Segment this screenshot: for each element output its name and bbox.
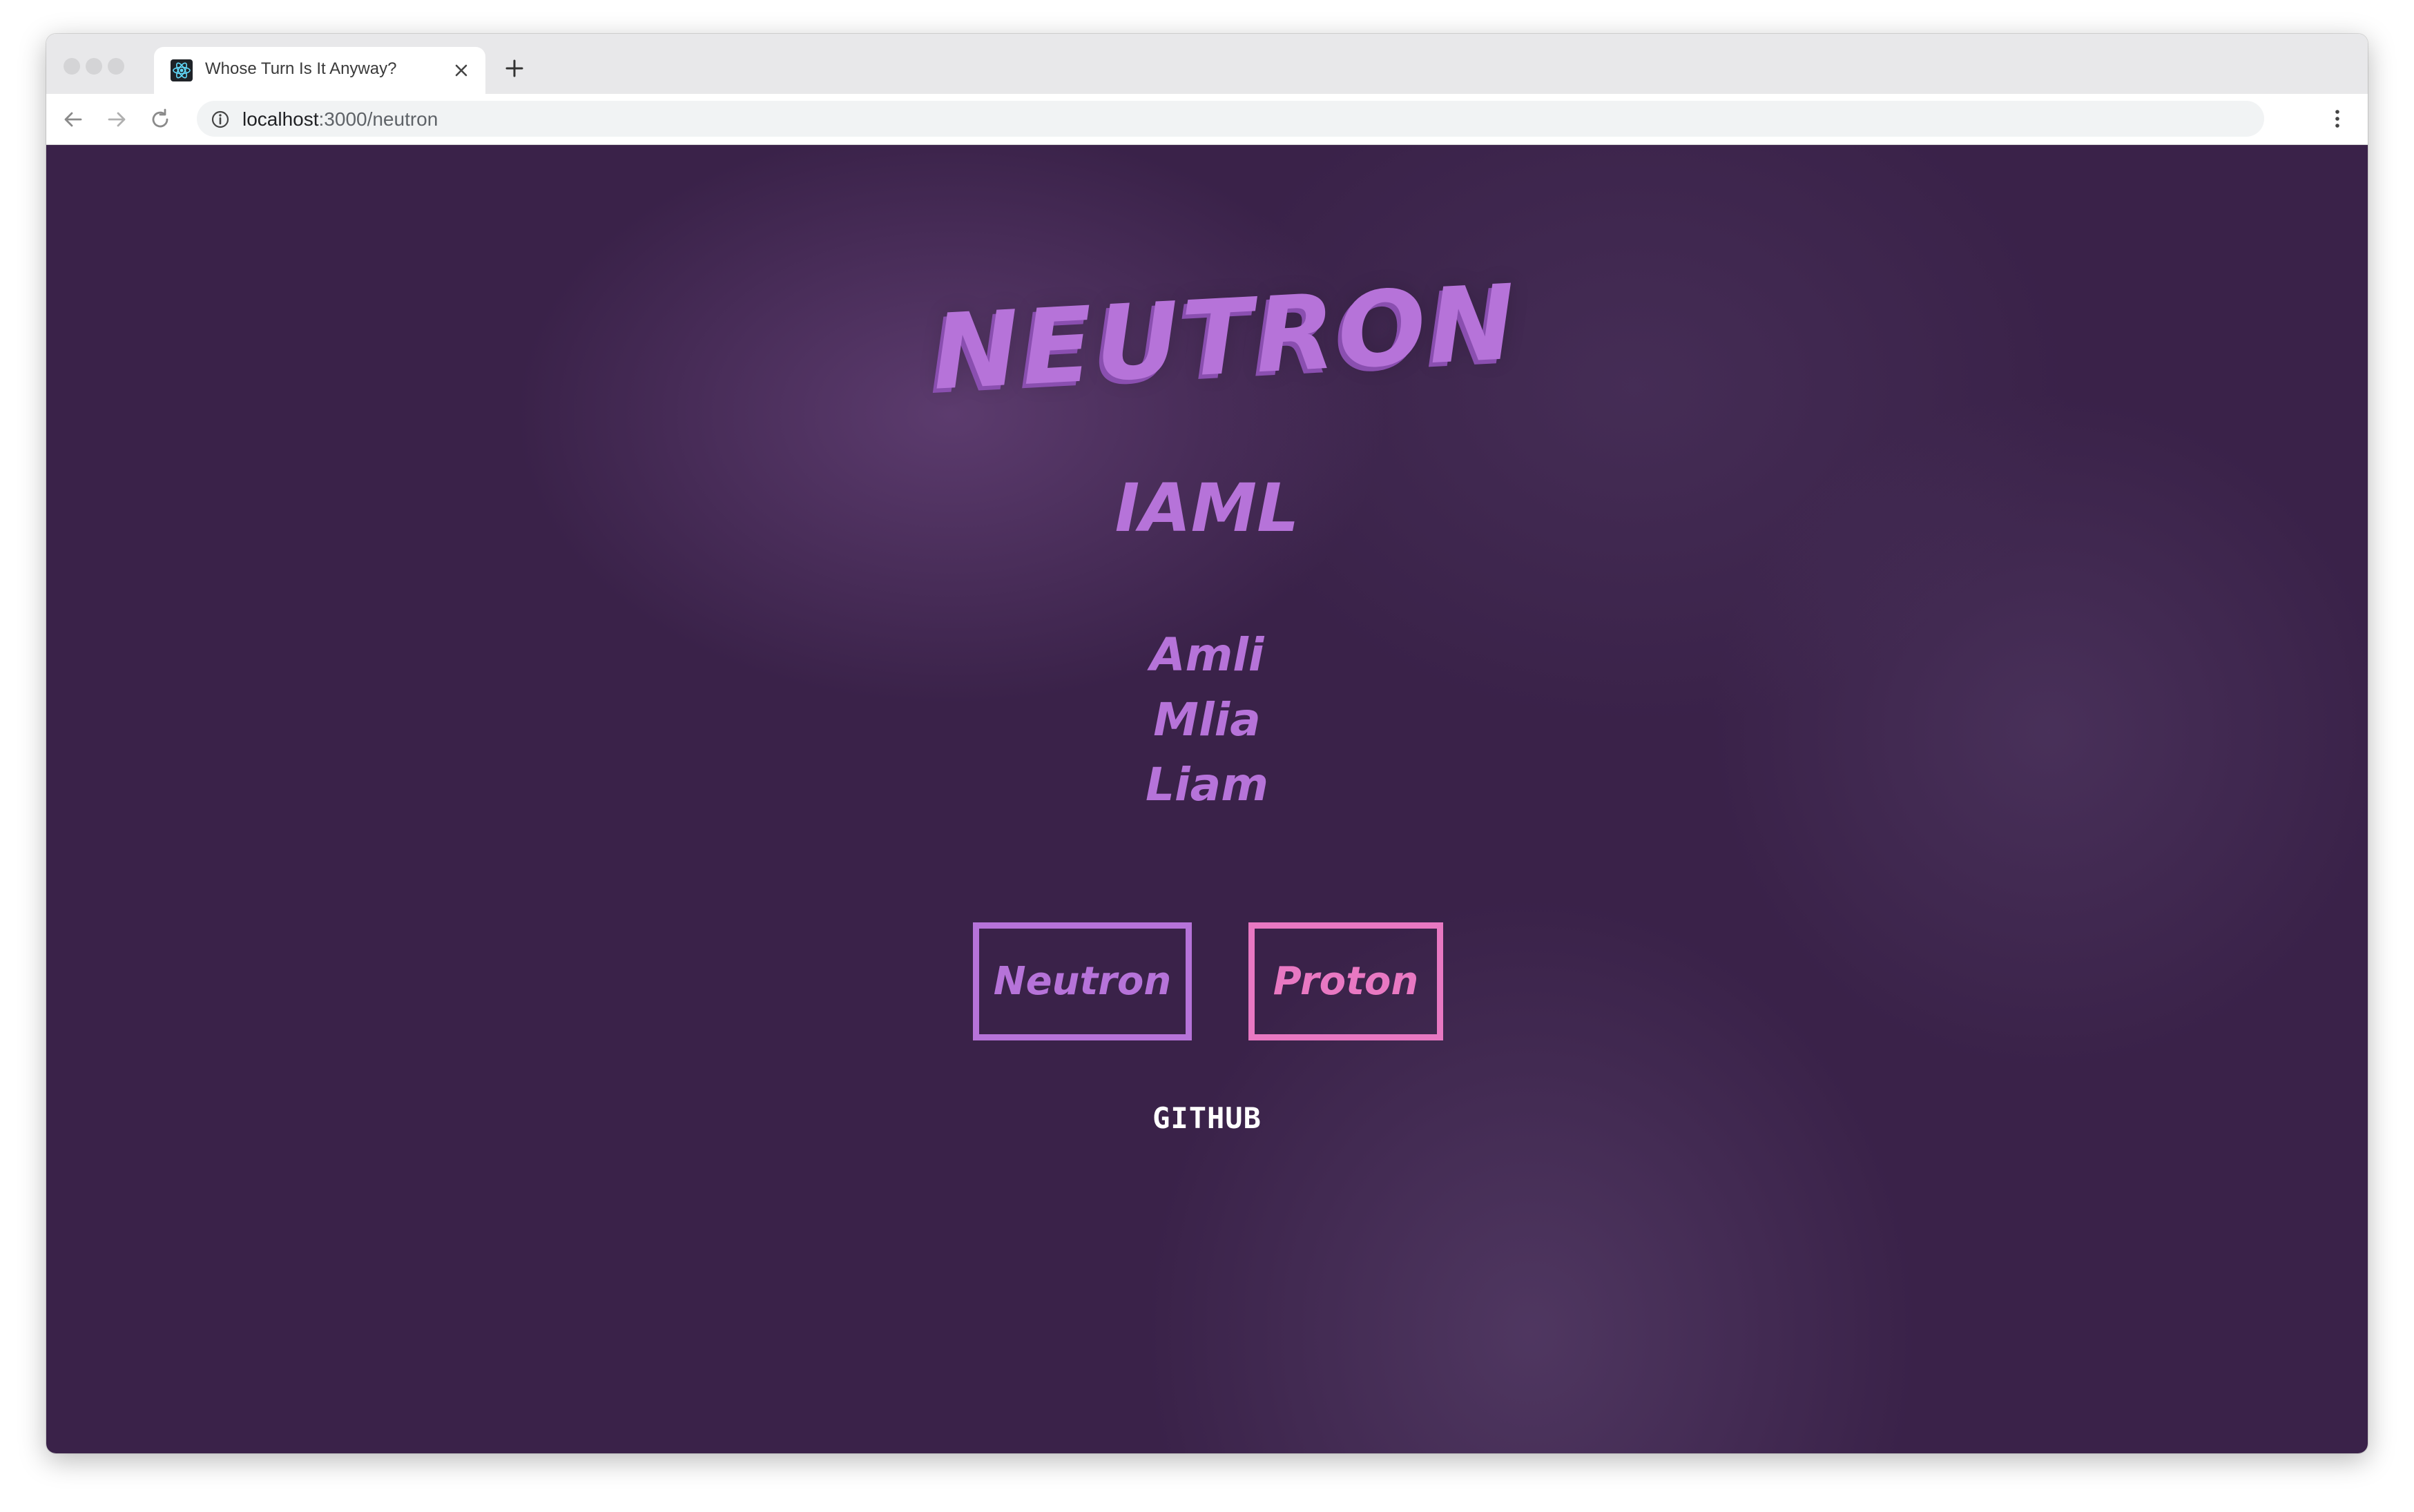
page-viewport: NEUTRON IAML Amli Mlia Liam Neutron Prot… — [46, 145, 2368, 1453]
anagram-variants-list: Amli Mlia Liam — [46, 623, 2368, 817]
active-tab[interactable]: Whose Turn Is It Anyway? — [154, 47, 485, 94]
window-minimize-dot[interactable] — [86, 58, 102, 75]
window-close-dot[interactable] — [64, 58, 80, 75]
tab-strip: Whose Turn Is It Anyway? — [46, 34, 2368, 94]
window-zoom-dot[interactable] — [108, 58, 124, 75]
url-path: :3000/neutron — [318, 108, 438, 130]
browser-toolbar: localhost:3000/neutron — [46, 94, 2368, 145]
arrow-right-icon[interactable] — [105, 108, 128, 131]
neutron-button[interactable]: Neutron — [973, 922, 1192, 1040]
address-bar[interactable]: localhost:3000/neutron — [197, 101, 2264, 137]
anagram-variant: Liam — [1146, 758, 1268, 811]
github-link-container: GITHUB — [46, 1099, 2368, 1138]
info-icon[interactable] — [211, 110, 230, 129]
anagram-title: IAML — [1114, 469, 1300, 547]
proton-button[interactable]: Proton — [1248, 922, 1443, 1040]
react-atom-icon — [171, 59, 193, 81]
url-text: localhost:3000/neutron — [242, 108, 438, 130]
kebab-menu-icon[interactable] — [2326, 107, 2349, 130]
close-icon[interactable] — [450, 59, 472, 81]
anagram-variant: Amli — [1150, 628, 1264, 681]
arrow-left-icon[interactable] — [61, 108, 85, 131]
neutron-logo: NEUTRON — [929, 262, 1521, 414]
reload-icon[interactable] — [148, 108, 172, 131]
anagram-variant: Mlia — [1153, 693, 1261, 746]
plus-icon[interactable] — [503, 57, 525, 79]
browser-window: Whose Turn Is It Anyway? localhost:3000/… — [46, 34, 2368, 1453]
url-host: localhost — [242, 108, 319, 130]
tab-title: Whose Turn Is It Anyway? — [205, 59, 397, 78]
github-link[interactable]: GITHUB — [1152, 1101, 1262, 1135]
